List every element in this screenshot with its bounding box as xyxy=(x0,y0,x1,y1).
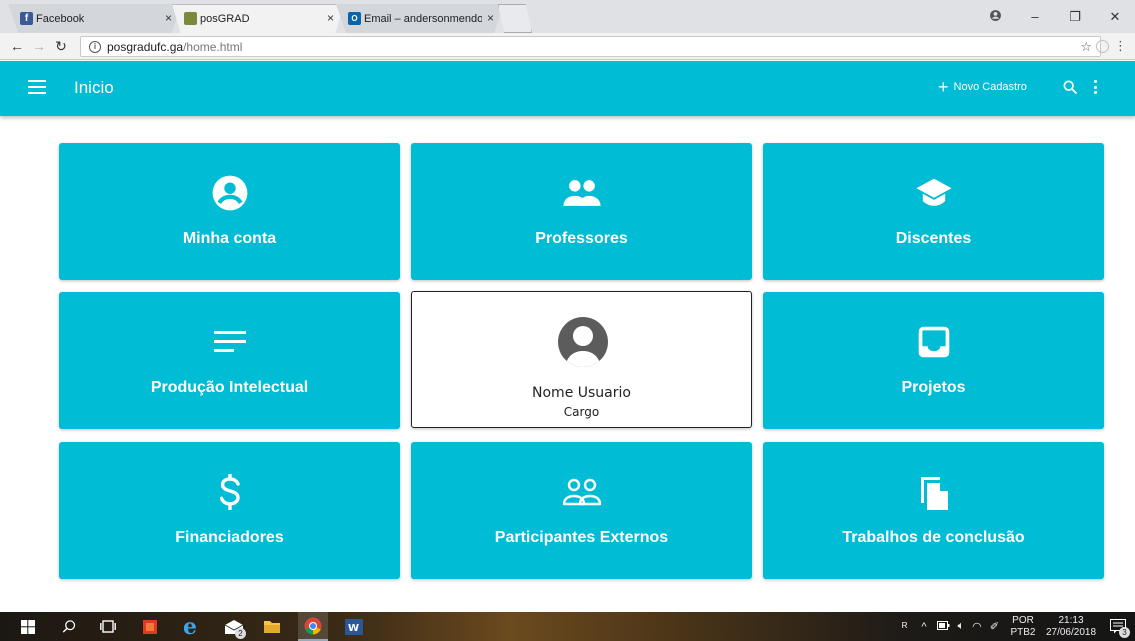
people-icon[interactable]: ᴿ xyxy=(902,620,907,634)
account-circle-icon xyxy=(210,173,250,213)
extension-icon[interactable] xyxy=(1096,40,1109,53)
wifi-icon[interactable]: ◠ xyxy=(972,620,982,633)
people-outline-icon xyxy=(562,472,602,512)
minimize-button[interactable]: – xyxy=(1015,9,1055,24)
outlook-icon: O xyxy=(348,12,361,25)
avatar xyxy=(558,317,608,367)
windows-start-icon[interactable] xyxy=(14,612,42,641)
card-producao-intelectual[interactable]: Produção Intelectual xyxy=(59,292,400,429)
user-name: Nome Usuario xyxy=(532,385,631,401)
address-bar[interactable]: i posgradufc.ga/home.html ☆ xyxy=(80,36,1101,57)
card-financiadores[interactable]: Financiadores xyxy=(59,442,400,579)
people-icon xyxy=(562,173,602,213)
clock-time: 21:13 xyxy=(1058,614,1084,626)
hamburger-menu-icon[interactable] xyxy=(28,80,46,94)
input-language[interactable]: POR PTB2 xyxy=(1005,615,1041,639)
pen-icon[interactable]: ✐ xyxy=(990,620,999,633)
system-tray: ᴿ ^ 🔈︎ ◠ ✐ POR PTB2 21:13 27/06/2018 3 xyxy=(902,612,1135,641)
file-explorer-icon[interactable] xyxy=(258,612,286,641)
keyboard-layout: PTB2 xyxy=(1010,626,1036,638)
close-window-button[interactable]: ✕ xyxy=(1095,9,1135,25)
posgrad-favicon-icon xyxy=(184,12,197,25)
close-tab-icon[interactable]: × xyxy=(487,11,494,25)
clock[interactable]: 21:13 27/06/2018 xyxy=(1041,615,1101,639)
card-label: Trabalhos de conclusão xyxy=(842,529,1025,546)
reload-icon[interactable]: ↻ xyxy=(50,38,72,55)
facebook-icon: f xyxy=(20,12,33,25)
forward-icon[interactable]: → xyxy=(28,38,50,54)
bookmark-star-icon[interactable]: ☆ xyxy=(1080,39,1092,55)
tab-title: Facebook xyxy=(36,12,85,25)
back-icon[interactable]: ← xyxy=(6,38,28,54)
tab-facebook[interactable]: f Facebook × xyxy=(8,4,182,33)
notifications-icon[interactable]: 3 xyxy=(1101,612,1135,641)
card-minha-conta[interactable]: Minha conta xyxy=(59,143,400,280)
inbox-icon xyxy=(914,322,954,362)
word-icon[interactable]: W xyxy=(340,612,368,641)
app-bar: Inicio + Novo Cadastro xyxy=(0,61,1135,116)
search-icon[interactable] xyxy=(55,612,83,641)
svg-text:W: W xyxy=(348,623,359,634)
card-label: Financiadores xyxy=(175,529,284,546)
user-role: Cargo xyxy=(563,405,600,419)
close-tab-icon[interactable]: × xyxy=(165,11,172,25)
clock-date: 27/06/2018 xyxy=(1045,626,1097,638)
plus-icon: + xyxy=(938,77,949,97)
tab-posgrad[interactable]: posGRAD × xyxy=(172,4,344,33)
edge-icon[interactable]: e xyxy=(176,612,204,641)
search-icon[interactable] xyxy=(1062,79,1078,100)
url-host: posgradufc.ga xyxy=(107,39,184,54)
language-code: POR xyxy=(1012,614,1034,626)
browser-tab-strip: f Facebook × posGRAD × O Email – anderso… xyxy=(0,0,1135,33)
mail-badge: 2 xyxy=(235,628,246,639)
close-tab-icon[interactable]: × xyxy=(327,11,334,25)
card-label: Professores xyxy=(535,230,628,247)
volume-icon[interactable]: 🔈︎ xyxy=(958,620,965,633)
browser-menu-icon[interactable]: ⋮ xyxy=(1114,38,1127,54)
notification-badge: 3 xyxy=(1119,627,1130,638)
url-path: /home.html xyxy=(183,39,243,54)
card-professores[interactable]: Professores xyxy=(411,143,752,280)
user-profile-card[interactable]: Nome Usuario Cargo xyxy=(411,291,752,428)
card-label: Projetos xyxy=(901,379,966,396)
office-app-icon[interactable] xyxy=(136,612,164,641)
info-icon[interactable]: i xyxy=(89,40,101,53)
card-participantes-externos[interactable]: Participantes Externos xyxy=(411,442,752,579)
battery-icon[interactable] xyxy=(936,620,950,633)
browser-toolbar: ← → ↻ i posgradufc.ga/home.html ☆ ⋮ xyxy=(0,33,1135,60)
card-discentes[interactable]: Discentes xyxy=(763,143,1104,280)
notes-icon xyxy=(210,322,250,362)
new-registration-label: Novo Cadastro xyxy=(953,81,1027,93)
new-registration-button[interactable]: + Novo Cadastro xyxy=(938,77,1027,97)
mail-icon[interactable]: 2 xyxy=(218,612,250,641)
window-controls: – ❐ ✕ xyxy=(975,0,1135,33)
profile-icon[interactable] xyxy=(975,9,1015,25)
page-title: Inicio xyxy=(74,78,114,97)
restore-button[interactable]: ❐ xyxy=(1055,9,1095,25)
file-copy-icon xyxy=(914,472,954,512)
school-icon xyxy=(914,173,954,213)
tab-title: Email – andersonmendon xyxy=(364,12,482,25)
windows-taskbar: e 2 W ᴿ ^ 🔈︎ ◠ ✐ POR PTB2 21:13 27/06/20… xyxy=(0,612,1135,641)
card-label: Discentes xyxy=(895,230,972,247)
more-vert-icon[interactable] xyxy=(1094,80,1098,94)
chevron-up-icon[interactable]: ^ xyxy=(921,621,926,633)
dollar-icon xyxy=(210,472,250,512)
card-projetos[interactable]: Projetos xyxy=(763,292,1104,429)
task-view-icon[interactable] xyxy=(94,612,122,641)
chrome-icon[interactable] xyxy=(298,612,328,641)
card-label: Produção Intelectual xyxy=(150,379,309,396)
tab-title: posGRAD xyxy=(200,12,250,25)
card-label: Minha conta xyxy=(182,230,277,247)
card-trabalhos-de-conclusao[interactable]: Trabalhos de conclusão xyxy=(763,442,1104,579)
new-tab-button[interactable] xyxy=(498,4,532,33)
card-label: Participantes Externos xyxy=(494,529,669,546)
tab-email[interactable]: O Email – andersonmendon × xyxy=(336,4,504,33)
